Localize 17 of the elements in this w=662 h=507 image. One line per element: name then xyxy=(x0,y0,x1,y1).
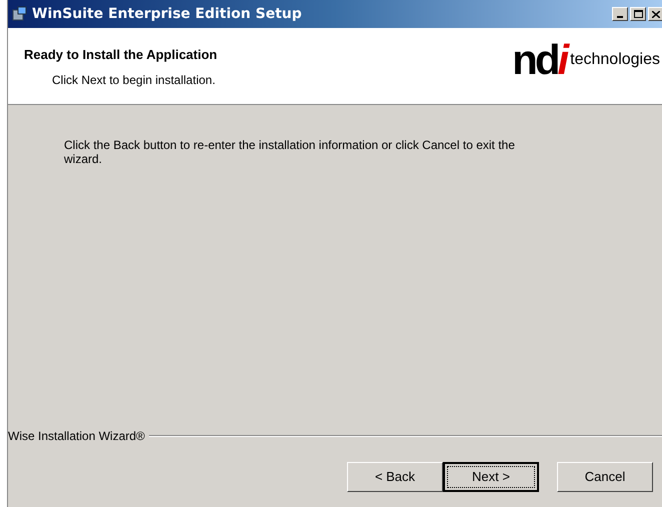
wizard-button[interactable]: Next > xyxy=(443,462,539,492)
header-subtitle: Click Next to begin installation. xyxy=(52,72,216,88)
wizard-button[interactable]: Cancel xyxy=(557,462,653,492)
header-title: Ready to Install the Application xyxy=(24,46,218,64)
logo-mark: ndi xyxy=(512,39,566,81)
close-button[interactable] xyxy=(648,7,662,21)
maximize-button[interactable] xyxy=(630,7,646,21)
maximize-icon xyxy=(634,10,642,18)
close-icon xyxy=(652,10,660,18)
instruction-text: Click the Back button to re-enter the installation information or click Cancel to exit the wizard. xyxy=(64,138,516,166)
installer-icon xyxy=(12,6,28,22)
wizard-brand: Wise Installation Wizard® xyxy=(8,428,145,445)
logo-wordmark: technologies xyxy=(570,50,660,70)
wizard-button[interactable]: < Back xyxy=(347,462,443,492)
minimize-icon xyxy=(617,16,623,18)
window-title: WinSuite Enterprise Edition Setup xyxy=(32,4,302,24)
minimize-button[interactable] xyxy=(612,7,628,21)
